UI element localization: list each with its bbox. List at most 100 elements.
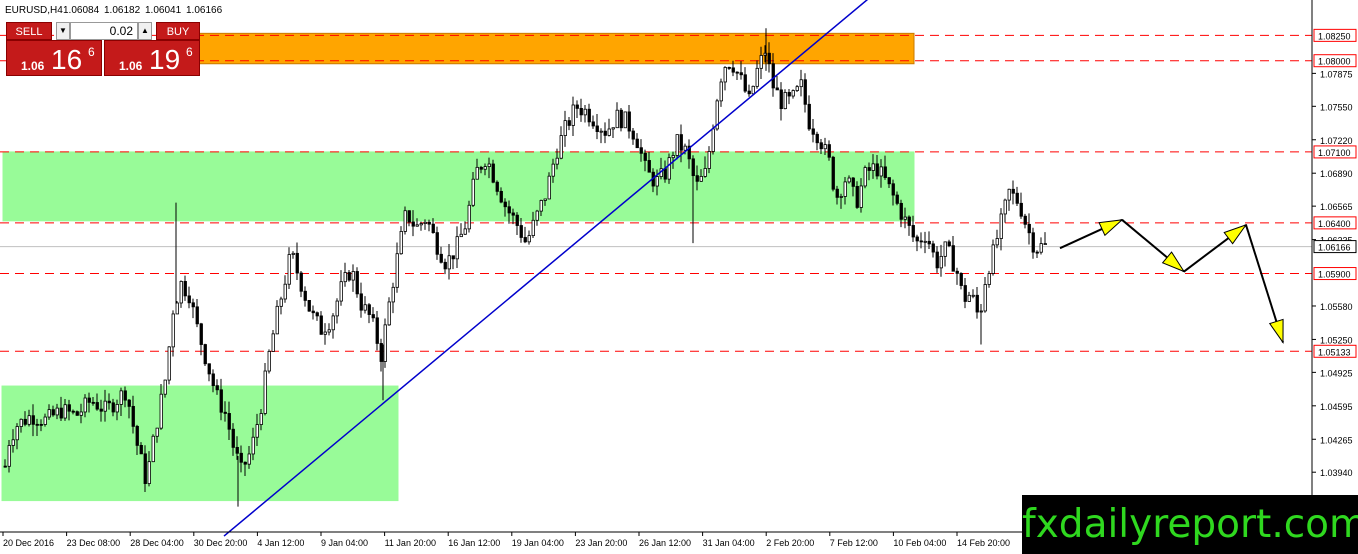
candle-body [899,202,903,220]
candle-body [827,144,831,158]
candle-body [619,109,623,129]
candle-body [579,107,583,116]
candle-body [1027,223,1031,234]
candle-body [51,409,55,416]
candle-body [443,261,447,270]
candle-body [747,90,751,95]
candle-body [123,390,127,401]
candle-body [471,178,475,206]
candle-body [63,404,67,419]
candle-body [631,130,635,140]
sell-button[interactable]: SELL [6,22,52,40]
candle-body [519,225,523,238]
candle-body [647,160,651,173]
candle-body [83,397,87,413]
candle-body [819,142,823,150]
price-tick-label: 1.03940 [1320,468,1353,478]
candle-body [383,324,387,362]
candle-body [31,415,35,425]
price-tick-label: 1.05580 [1320,302,1353,312]
candle-body [299,272,303,292]
candle-body [667,157,671,180]
candle-body [175,302,179,315]
candle-body [455,236,459,260]
candle-body [515,214,519,226]
trade-panel-top-row: SELL ▼ ▲ BUY [6,22,200,40]
sell-price-fraction: 6 [88,45,95,59]
candle-body [1011,188,1015,194]
candle-body [143,453,147,484]
candle-body [835,188,839,198]
candle-body [467,204,471,230]
candle-body [483,166,487,170]
candle-body [615,109,619,129]
candle-body [499,190,503,203]
buy-button[interactable]: BUY [156,22,200,40]
lot-decrease-button[interactable]: ▼ [56,22,70,40]
candle-body [915,236,919,242]
candle-body [931,243,935,253]
candle-body [75,411,79,416]
candle-body [635,138,639,149]
candle-body [435,232,439,255]
candle-body [791,90,795,97]
candle-body [287,254,291,285]
candle-body [559,135,563,159]
candle-body [695,175,699,182]
candle-body [823,144,827,150]
candle-body [223,411,227,414]
candle-body [587,108,591,123]
candle-body [799,79,803,88]
candle-body [395,253,399,288]
candle-body [503,201,507,208]
candle-body [1015,192,1019,204]
price-tick-label: 1.06565 [1320,202,1353,212]
candle-body [303,290,307,301]
candle-body [831,156,835,190]
candle-body [187,295,191,304]
candle-body [719,81,723,102]
candle-body [151,435,155,463]
candle-body [787,92,791,97]
time-tick-label: 23 Jan 20:00 [575,538,627,548]
time-tick-label: 30 Dec 20:00 [194,538,248,548]
level-label: 1.07100 [1318,148,1351,158]
candle-body [903,216,907,220]
candle-body [643,152,647,161]
candle-body [959,272,963,286]
candle-body [919,240,923,243]
candle-body [27,415,31,425]
lot-size-input[interactable] [70,22,138,40]
candle-body [335,300,339,317]
candle-body [447,255,451,270]
candle-body [347,272,351,281]
candle-body [147,461,151,484]
watermark-logo: fxdailyreport.com [1022,495,1358,554]
candle-body [191,302,195,308]
candle-body [39,423,43,426]
candle-body [807,103,811,130]
candle-body [235,446,239,454]
candle-body [975,294,979,313]
symbol-label: EURUSD,H4 [5,5,63,16]
ohlc-open: 1.06084 [63,5,100,16]
candle-body [135,425,139,446]
level-label: 1.08000 [1318,57,1351,67]
candle-body [375,317,379,344]
candle-body [1043,243,1047,245]
candle-body [379,343,383,362]
candle-body [451,255,455,260]
candle-body [679,134,683,151]
level-label: 1.08250 [1318,31,1351,41]
candle-body [947,241,951,247]
sell-price-quote[interactable]: 1.06 16 6 [6,40,102,76]
candle-body [127,399,131,407]
chart-title-line: EURUSD,H4 1.06084 1.06182 1.06041 1.0616… [5,5,223,16]
candle-body [783,92,787,110]
buy-price-quote[interactable]: 1.06 19 6 [104,40,200,76]
candle-body [1023,215,1027,225]
candle-body [607,128,611,136]
price-tick-label: 1.05250 [1320,335,1353,345]
candle-body [195,306,199,325]
lot-increase-button[interactable]: ▲ [138,22,152,40]
